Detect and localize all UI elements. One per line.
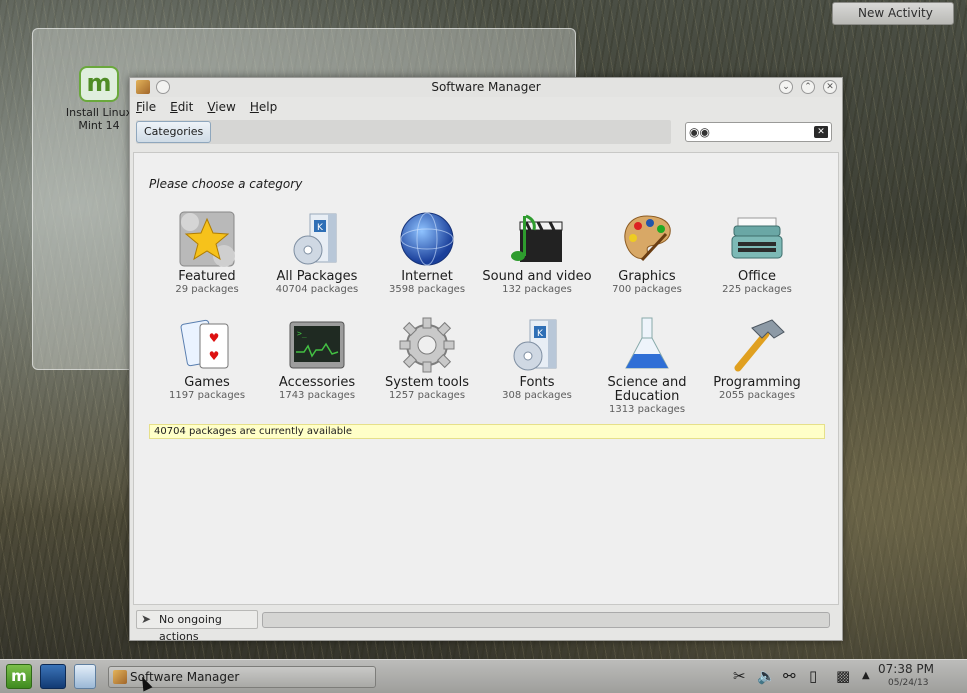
clear-search-icon[interactable]: ✕ [814,126,828,138]
search-box[interactable]: ◉◉ ✕ [685,122,832,142]
clock-date[interactable]: 05/24/13 [888,678,928,688]
hammer-icon [728,316,786,374]
category-count: 132 packages [502,284,572,295]
new-activity-button[interactable]: New Activity [832,2,954,25]
search-input[interactable] [706,124,810,140]
category-all-packages[interactable]: K All Packages 40704 packages [262,210,372,296]
typewriter-icon [728,210,786,268]
usb-icon[interactable]: ⚯ [783,667,796,685]
close-button[interactable]: ✕ [823,80,837,94]
category-accessories[interactable]: >_ Accessories 1743 packages [262,316,372,402]
svg-text:>_: >_ [297,329,307,338]
title-bar[interactable]: Software Manager ⌄ ⌃ ✕ [130,78,842,97]
software-manager-window: Software Manager ⌄ ⌃ ✕ File Edit View He… [129,77,843,643]
category-count: 29 packages [175,284,239,295]
ongoing-actions-label: No ongoing actions [159,613,222,643]
category-name: All Packages [276,269,358,284]
category-name: Games [184,375,230,390]
available-packages-status: 40704 packages are currently available [149,424,825,439]
category-count: 225 packages [722,284,792,295]
category-name: Graphics [618,269,676,284]
menu-edit[interactable]: Edit [170,100,193,114]
paper-plane-icon: ➤ [141,612,152,626]
action-status-bar: ➤ No ongoing actions [136,609,832,643]
ongoing-actions-button[interactable]: ➤ No ongoing actions [136,610,258,643]
category-name: System tools [385,375,469,390]
minimize-button[interactable]: ⌄ [779,80,793,94]
category-count: 700 packages [612,284,682,295]
page-heading: Please choose a category [149,177,303,191]
paint-palette-icon [618,210,676,268]
desktop-icon-label: Install Linux Mint 14 [65,106,133,132]
install-linux-mint-desktop-icon[interactable]: m Install Linux Mint 14 [60,66,138,132]
file-manager-icon[interactable] [74,664,96,689]
category-name: Science and Education [607,375,687,404]
svg-text:♥: ♥ [209,349,220,363]
category-office[interactable]: Office 225 packages [702,210,812,296]
category-name: Sound and video [482,269,592,284]
playing-cards-icon: ♥ ♥ [178,316,236,374]
toolbar: Categories ◉◉ ✕ [130,117,842,151]
category-count: 3598 packages [388,284,466,295]
package-box-icon: K [288,210,346,268]
breadcrumb-categories-button[interactable]: Categories [136,121,212,143]
action-progress-bar [262,612,830,628]
category-panel: Please choose a category Featured 29 pac… [133,152,839,605]
category-name: Accessories [278,375,356,390]
font-package-icon: K [508,316,566,374]
music-clapperboard-icon [508,210,566,268]
clock-time[interactable]: 07:38 PM [878,662,934,676]
app-icon [113,670,127,684]
linux-mint-icon: m [79,66,119,102]
svg-text:♥: ♥ [209,331,220,345]
maximize-button[interactable]: ⌃ [801,80,815,94]
category-count: 1257 packages [388,390,466,401]
menu-file[interactable]: File [136,100,156,114]
menu-view[interactable]: View [207,100,235,114]
show-desktop-icon[interactable] [40,664,66,689]
category-programming[interactable]: Programming 2055 packages [702,316,812,402]
category-games[interactable]: ♥ ♥ Games 1197 packages [152,316,262,402]
window-title: Software Manager [431,80,541,94]
category-name: Office [738,269,776,284]
globe-icon [398,210,456,268]
removable-device-icon[interactable]: ▯ [809,667,817,685]
start-menu-icon[interactable]: m [6,664,32,689]
featured-star-icon [178,210,236,268]
category-name: Fonts [519,375,555,390]
breadcrumb: Categories [136,120,671,144]
category-name: Internet [401,269,453,284]
category-sound-and-video[interactable]: Sound and video 132 packages [482,210,592,296]
category-count: 1197 packages [168,390,246,401]
volume-icon[interactable]: 🔈 [757,667,776,685]
scissors-icon[interactable]: ✂ [733,667,746,685]
category-count: 40704 packages [275,284,359,295]
category-science-and-education[interactable]: Science and Education 1313 packages [592,316,702,416]
flask-icon [618,316,676,374]
printer-icon[interactable]: ▩ [836,667,850,685]
category-graphics[interactable]: Graphics 700 packages [592,210,702,296]
category-count: 2055 packages [718,390,796,401]
category-name: Programming [713,375,801,390]
category-count: 1313 packages [608,404,686,415]
category-fonts[interactable]: K Fonts 308 packages [482,316,592,402]
category-internet[interactable]: Internet 3598 packages [372,210,482,296]
menu-help[interactable]: Help [250,100,277,114]
category-system-tools[interactable]: System tools 1257 packages [372,316,482,402]
category-featured[interactable]: Featured 29 packages [152,210,262,296]
gear-icon [398,316,456,374]
menu-bar: File Edit View Help [130,97,842,117]
terminal-monitor-icon: >_ [288,316,346,374]
category-count: 1743 packages [278,390,356,401]
category-count: 308 packages [502,390,572,401]
category-name: Featured [178,269,236,284]
show-hidden-icons-icon[interactable]: ▲ [862,670,870,681]
